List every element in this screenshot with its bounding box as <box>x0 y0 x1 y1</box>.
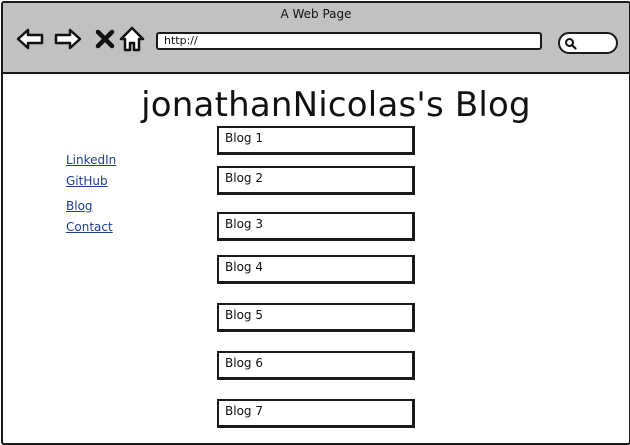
browser-window: A Web Page http:// jonathanNicolas's Blo… <box>1 1 630 445</box>
blog-item-label: Blog 6 <box>225 356 263 370</box>
blog-item-label: Blog 2 <box>225 171 263 185</box>
nav-link-linkedin[interactable]: LinkedIn <box>66 153 116 167</box>
back-arrow-icon[interactable] <box>16 25 44 53</box>
blog-item[interactable]: Blog 3 <box>217 212 415 241</box>
nav-link-blog[interactable]: Blog <box>66 199 93 213</box>
blog-item-label: Blog 1 <box>225 131 263 145</box>
url-input[interactable]: http:// <box>156 32 542 50</box>
blog-item[interactable]: Blog 7 <box>217 399 415 428</box>
blog-item[interactable]: Blog 1 <box>217 126 415 155</box>
blog-item[interactable]: Blog 4 <box>217 255 415 284</box>
forward-arrow-icon[interactable] <box>54 25 82 53</box>
blog-item[interactable]: Blog 2 <box>217 166 415 195</box>
search-icon <box>565 38 577 50</box>
blog-item[interactable]: Blog 5 <box>217 303 415 332</box>
home-icon[interactable] <box>118 25 146 53</box>
blog-item-label: Blog 3 <box>225 217 263 231</box>
browser-chrome: A Web Page http:// <box>3 3 629 74</box>
blog-item-label: Blog 7 <box>225 404 263 418</box>
blog-item[interactable]: Blog 6 <box>217 351 415 380</box>
search-input[interactable] <box>558 32 618 54</box>
page-title: jonathanNicolas's Blog <box>141 85 531 125</box>
blog-item-label: Blog 4 <box>225 260 263 274</box>
blog-item-label: Blog 5 <box>225 308 263 322</box>
nav-link-contact[interactable]: Contact <box>66 220 113 234</box>
window-title: A Web Page <box>280 7 352 21</box>
nav-link-github[interactable]: GitHub <box>66 174 108 188</box>
close-icon[interactable] <box>92 25 120 53</box>
